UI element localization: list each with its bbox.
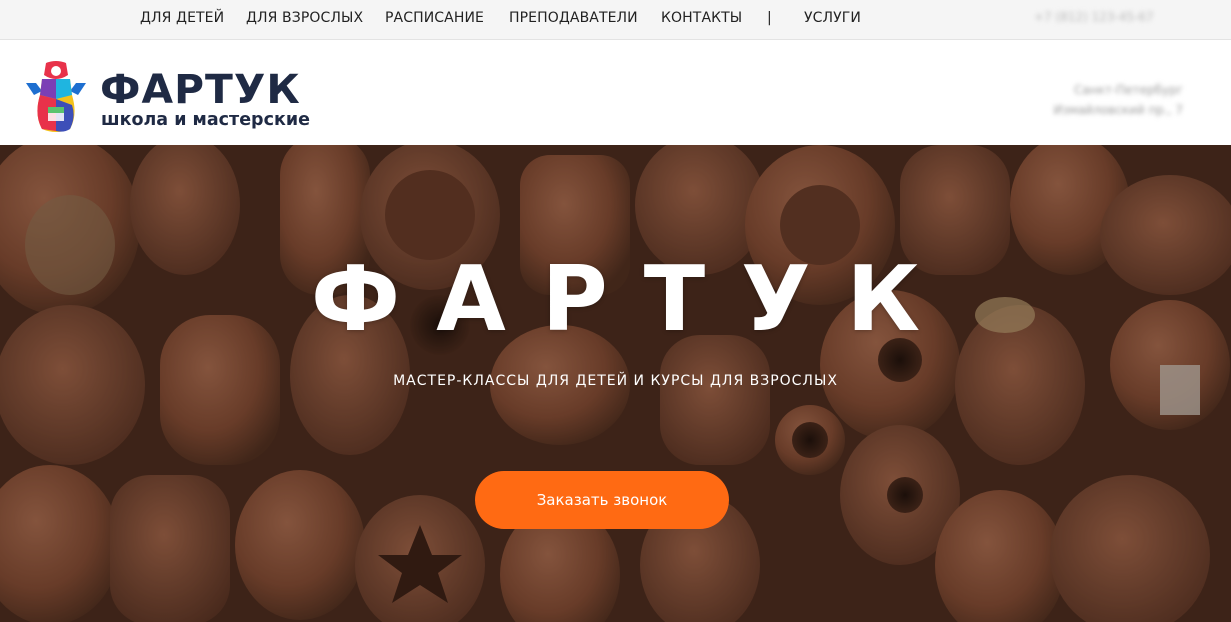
apron-logo-icon[interactable]	[22, 61, 90, 133]
nav-link-teachers[interactable]: ПРЕПОДАВАТЕЛИ	[509, 10, 638, 26]
address: Санкт-Петербург Измайловский пр., 7	[1054, 80, 1183, 120]
nav-link-for-adults[interactable]: ДЛЯ ВЗРОСЛЫХ	[246, 10, 363, 26]
nav-link-for-kids[interactable]: ДЛЯ ДЕТЕЙ	[140, 10, 224, 26]
hero-subtitle: МАСТЕР-КЛАССЫ ДЛЯ ДЕТЕЙ И КУРСЫ ДЛЯ ВЗРО…	[393, 373, 838, 389]
nav-separator: |	[767, 10, 772, 26]
nav-link-schedule[interactable]: РАСПИСАНИЕ	[385, 10, 484, 26]
phone-number[interactable]: +7 (812) 123-45-67	[1034, 10, 1154, 24]
top-navigation: ДЛЯ ДЕТЕЙ ДЛЯ ВЗРОСЛЫХ РАСПИСАНИЕ ПРЕПОД…	[0, 0, 1231, 40]
site-header: ФАРТУК школа и мастерские Санкт-Петербур…	[0, 40, 1231, 145]
address-city: Санкт-Петербург	[1074, 83, 1183, 97]
hero-title: ФАРТУК	[310, 247, 957, 352]
logo-title[interactable]: ФАРТУК	[100, 68, 301, 112]
hero-section: ФАРТУК МАСТЕР-КЛАССЫ ДЛЯ ДЕТЕЙ И КУРСЫ Д…	[0, 145, 1231, 622]
request-call-button[interactable]: Заказать звонок	[475, 471, 729, 529]
address-street: Измайловский пр., 7	[1053, 103, 1183, 117]
logo-subtitle: школа и мастерские	[101, 110, 310, 130]
nav-link-contacts[interactable]: КОНТАКТЫ	[661, 10, 742, 26]
nav-link-services[interactable]: УСЛУГИ	[804, 10, 861, 26]
